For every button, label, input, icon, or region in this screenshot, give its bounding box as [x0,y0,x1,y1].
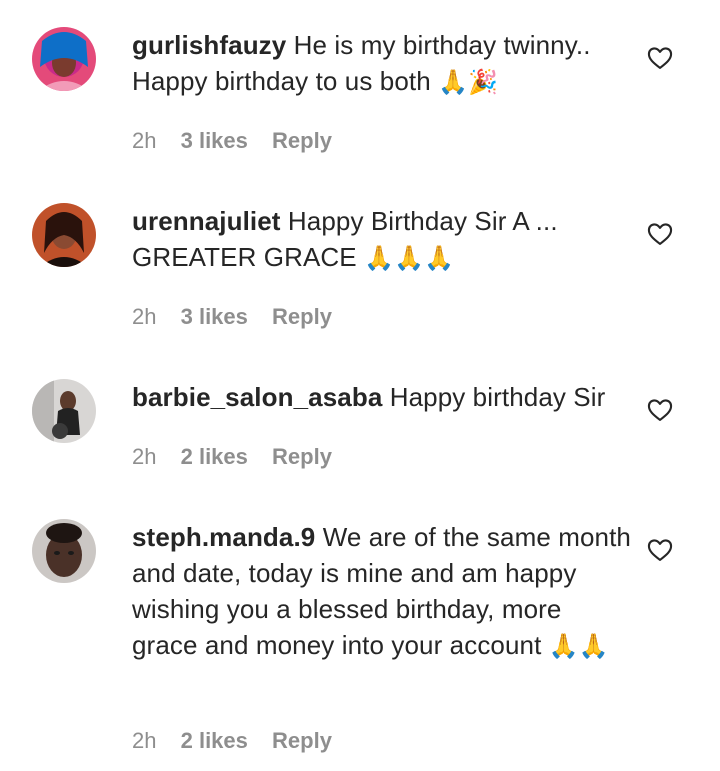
comment-text: steph.manda.9 We are of the same month a… [132,519,632,664]
comment-meta: 2h 2 likes Reply [132,443,350,471]
reply-button[interactable]: Reply [272,128,332,153]
comment-time: 2h [132,128,157,153]
reply-button[interactable]: Reply [272,728,332,753]
reply-button[interactable]: Reply [272,444,332,469]
comment-time: 2h [132,304,157,329]
comment-text: gurlishfauzy He is my birthday twinny.. … [132,27,632,100]
comment-username[interactable]: urennajuliet [132,206,281,236]
comment-emoji: 🙏🙏🙏 [364,244,455,272]
comment-likes[interactable]: 2 likes [181,444,248,469]
avatar[interactable] [32,379,96,443]
comment-meta: 2h 3 likes Reply [132,303,350,331]
comment-username[interactable]: steph.manda.9 [132,522,315,552]
comment-likes[interactable]: 2 likes [181,728,248,753]
comment-emoji: 🙏🎉 [438,68,499,96]
comment-text: barbie_salon_asaba Happy birthday Sir [132,379,632,415]
comment-body: Happy birthday Sir [389,382,606,412]
comment-time: 2h [132,728,157,753]
comment-username[interactable]: gurlishfauzy [132,30,286,60]
heart-outline-icon[interactable] [646,220,674,248]
heart-outline-icon[interactable] [646,44,674,72]
reply-button[interactable]: Reply [272,304,332,329]
comment-text: urennajuliet Happy Birthday Sir A ... GR… [132,203,632,276]
heart-outline-icon[interactable] [646,536,674,564]
comment-time: 2h [132,444,157,469]
comment-emoji: 🙏🙏 [548,632,609,660]
comment-username[interactable]: barbie_salon_asaba [132,382,382,412]
comment-likes[interactable]: 3 likes [181,128,248,153]
heart-outline-icon[interactable] [646,396,674,424]
avatar[interactable] [32,519,96,583]
avatar[interactable] [32,27,96,91]
avatar[interactable] [32,203,96,267]
comment-likes[interactable]: 3 likes [181,304,248,329]
comment-meta: 2h 3 likes Reply [132,127,350,155]
comment-meta: 2h 2 likes Reply [132,727,350,755]
